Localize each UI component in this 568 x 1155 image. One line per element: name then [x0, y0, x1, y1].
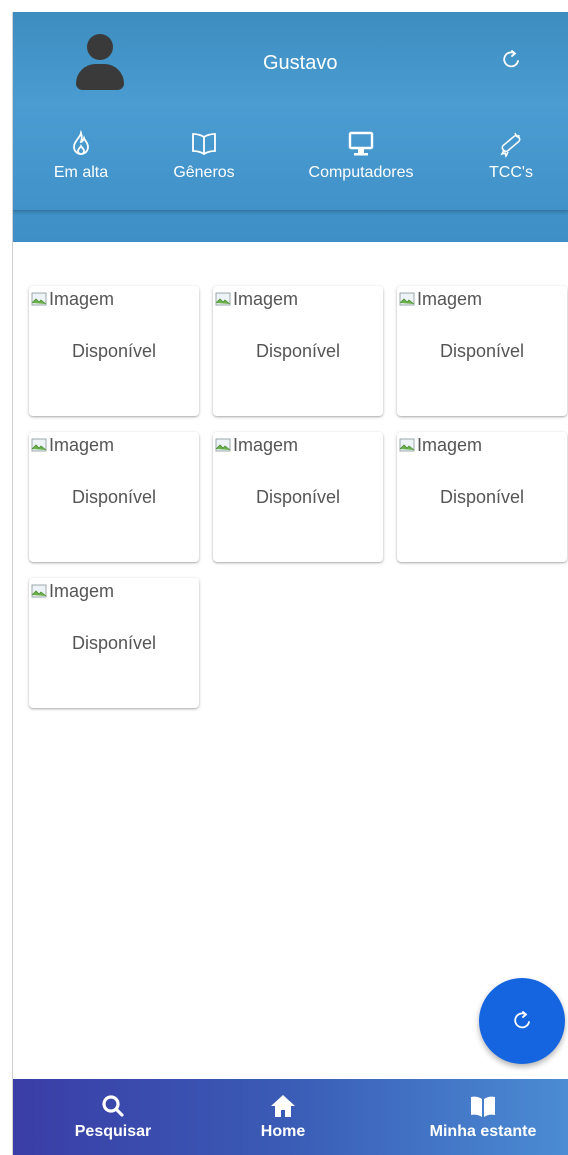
diploma-icon: [481, 130, 541, 159]
nav-home[interactable]: Home: [243, 1093, 323, 1141]
book-card[interactable]: Imagem Disponível: [29, 578, 199, 708]
image-alt-text: Imagem: [49, 580, 115, 601]
avatar-body: [76, 64, 124, 90]
broken-image-icon: [399, 292, 415, 306]
book-image: Imagem: [31, 434, 114, 456]
image-alt-text: Imagem: [49, 288, 115, 309]
refresh-icon[interactable]: [499, 48, 523, 72]
nav-minha-estante[interactable]: Minha estante: [413, 1093, 553, 1141]
image-alt-text: Imagem: [417, 434, 483, 455]
category-tccs[interactable]: TCC's: [481, 130, 541, 182]
search-icon: [53, 1093, 173, 1119]
refresh-fab-button[interactable]: [479, 978, 565, 1064]
avatar[interactable]: [73, 34, 127, 94]
book-card[interactable]: Imagem Disponível: [397, 432, 567, 562]
book-image: Imagem: [215, 434, 298, 456]
app-screen: Gustavo Em alta Gêneros Computadores TCC…: [12, 12, 568, 1155]
availability-label: Disponível: [255, 341, 341, 361]
image-alt-text: Imagem: [233, 434, 299, 455]
nav-label: Home: [260, 1123, 306, 1140]
book-card[interactable]: Imagem Disponível: [213, 286, 383, 416]
broken-image-icon: [215, 292, 231, 306]
category-computadores[interactable]: Computadores: [293, 130, 429, 182]
nav-label: Minha estante: [429, 1123, 537, 1140]
bottom-navigation: Pesquisar Home Minha estante: [13, 1079, 568, 1155]
refresh-icon: [514, 1011, 530, 1029]
availability-label: Disponível: [71, 487, 157, 507]
book-image: Imagem: [31, 580, 114, 602]
book-card[interactable]: Imagem Disponível: [29, 432, 199, 562]
book-card[interactable]: Imagem Disponível: [213, 432, 383, 562]
book-card[interactable]: Imagem Disponível: [29, 286, 199, 416]
home-icon: [243, 1093, 323, 1119]
top-bar: Gustavo: [13, 12, 568, 107]
category-em-alta[interactable]: Em alta: [49, 129, 113, 182]
category-label: TCC's: [489, 164, 533, 181]
book-card[interactable]: Imagem Disponível: [397, 286, 567, 416]
availability-label: Disponível: [71, 633, 157, 653]
broken-image-icon: [31, 292, 47, 306]
category-bar: Em alta Gêneros Computadores TCC's: [13, 129, 568, 211]
category-label: Gêneros: [173, 164, 235, 181]
broken-image-icon: [399, 438, 415, 452]
category-generos[interactable]: Gêneros: [159, 130, 249, 182]
broken-image-icon: [31, 438, 47, 452]
broken-image-icon: [31, 584, 47, 598]
category-label: Computadores: [308, 164, 414, 181]
image-alt-text: Imagem: [233, 288, 299, 309]
nav-pesquisar[interactable]: Pesquisar: [53, 1093, 173, 1141]
avatar-head: [87, 34, 113, 60]
availability-label: Disponível: [71, 341, 157, 361]
category-label: Em alta: [53, 164, 109, 181]
header: Gustavo Em alta Gêneros Computadores TCC…: [13, 12, 568, 242]
book-icon: [413, 1093, 553, 1119]
availability-label: Disponível: [439, 341, 525, 361]
open-book-icon: [159, 130, 249, 158]
image-alt-text: Imagem: [417, 288, 483, 309]
broken-image-icon: [215, 438, 231, 452]
username: Gustavo: [263, 52, 338, 74]
monitor-icon: [293, 130, 429, 158]
book-image: Imagem: [399, 434, 482, 456]
availability-label: Disponível: [439, 487, 525, 507]
book-image: Imagem: [31, 288, 114, 310]
image-alt-text: Imagem: [49, 434, 115, 455]
book-image: Imagem: [399, 288, 482, 310]
availability-label: Disponível: [255, 487, 341, 507]
book-image: Imagem: [215, 288, 298, 310]
flame-icon: [49, 129, 113, 158]
nav-label: Pesquisar: [74, 1123, 152, 1140]
